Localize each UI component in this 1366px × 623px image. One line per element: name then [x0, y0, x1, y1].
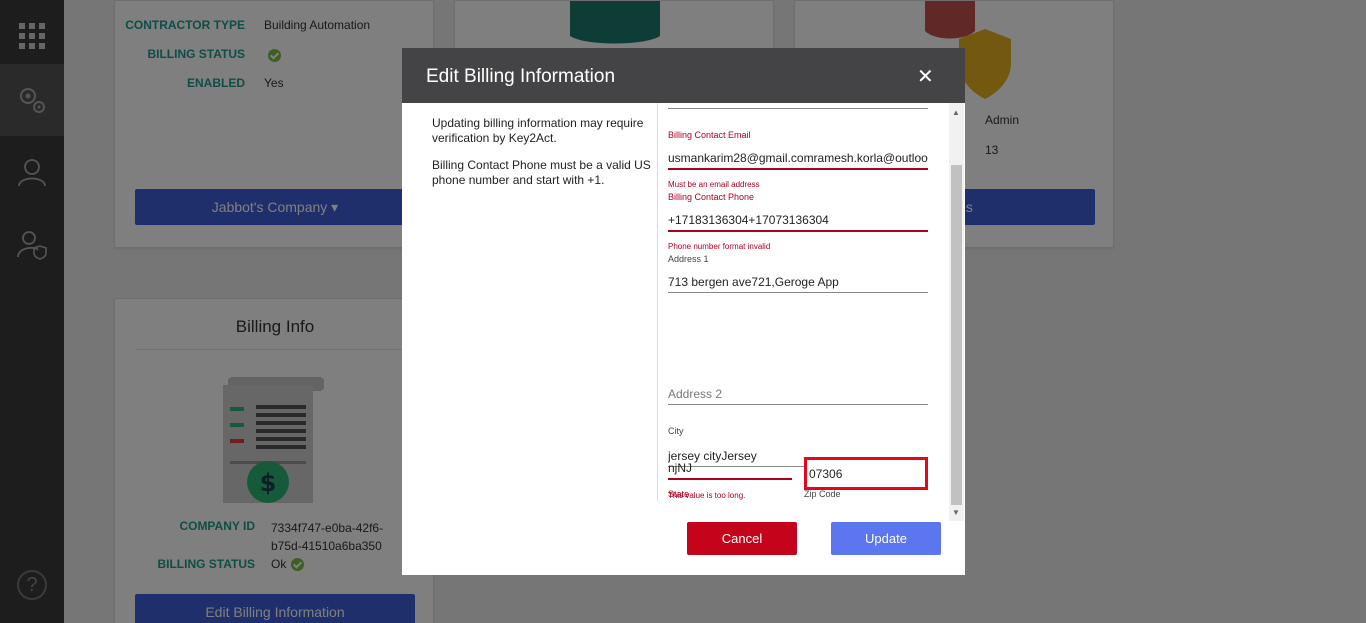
scroll-thumb[interactable] [951, 165, 962, 505]
close-icon[interactable]: ✕ [917, 64, 934, 89]
scroll-down-icon[interactable]: ▼ [952, 508, 960, 517]
info-phone-text: Billing Contact Phone must be a valid US… [432, 158, 651, 187]
address1-input[interactable] [668, 271, 928, 293]
cancel-button[interactable]: Cancel [687, 522, 797, 555]
info-verification-text: Updating billing information may require… [432, 116, 644, 145]
form-scrollbar[interactable]: ▲ ▼ [949, 103, 964, 521]
state-error: This value is too long. [668, 491, 746, 500]
modal-header: Edit Billing Information ✕ [402, 48, 965, 103]
update-button[interactable]: Update [831, 522, 941, 555]
modal-info: Updating billing information may require… [432, 116, 657, 200]
zip-field-highlight [804, 457, 928, 490]
state-field[interactable] [668, 458, 792, 480]
zip-field[interactable] [807, 460, 925, 487]
billing-form-fields: This value is too long. [658, 103, 948, 501]
scroll-up-icon[interactable]: ▲ [952, 108, 960, 117]
modal-title: Edit Billing Information [426, 66, 616, 87]
